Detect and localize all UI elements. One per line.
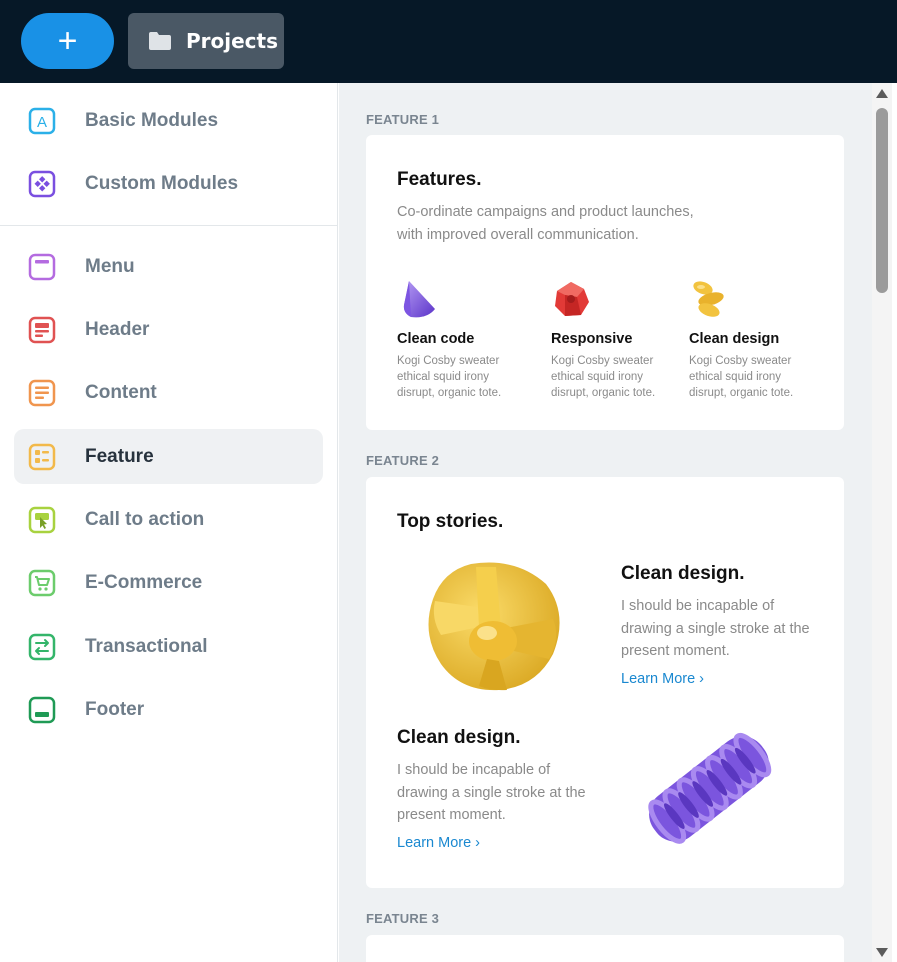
feature-1-column-desc: Kogi Cosby sweater ethical squid irony d… [397, 355, 502, 399]
right-gutter [892, 83, 897, 962]
feature-3-card[interactable] [366, 935, 844, 962]
sidebar-item-footer[interactable]: Footer [14, 682, 323, 737]
projects-button[interactable]: Projects [128, 13, 284, 69]
sidebar: A Basic Modules Custom Modules Menu Head [0, 83, 338, 962]
feature-1-column-title: Clean code [397, 331, 475, 347]
section-label-feature-3: FEATURE 3 [366, 911, 440, 926]
scrollbar-thumb[interactable] [876, 108, 888, 293]
learn-more-link[interactable]: Learn More › [397, 835, 480, 851]
folder-icon [149, 32, 171, 50]
feature-1-column-desc: Kogi Cosby sweater ethical squid irony d… [551, 355, 656, 399]
feature-1-card[interactable]: Features. Co-ordinate campaigns and prod… [366, 135, 844, 430]
svg-text:A: A [37, 114, 47, 131]
yellow-spiral-icon [693, 281, 724, 317]
sidebar-item-label: Menu [85, 255, 135, 277]
feature-1-column-title: Clean design [689, 331, 780, 347]
plus-icon: + [57, 22, 78, 60]
sidebar-item-content[interactable]: Content [14, 365, 323, 420]
sidebar-divider [0, 225, 338, 226]
purple-coil-illustration [648, 732, 772, 844]
section-label-feature-1: FEATURE 1 [366, 112, 440, 127]
call-to-action-icon [28, 506, 56, 534]
top-bar: + Projects [0, 0, 897, 83]
yellow-3d-shape-illustration [428, 562, 560, 691]
sidebar-item-label: Call to action [85, 508, 205, 530]
menu-icon [28, 253, 56, 281]
sidebar-item-header[interactable]: Header [14, 302, 323, 357]
footer-icon [28, 696, 56, 724]
module-preview-panel: FEATURE 1 Features. Co-ordinate campaign… [339, 83, 872, 962]
sidebar-item-feature[interactable]: Feature [14, 429, 323, 484]
feature-1-subtitle: Co-ordinate campaigns and product launch… [397, 204, 694, 243]
sidebar-item-label: Custom Modules [85, 172, 239, 194]
sidebar-item-e-commerce[interactable]: E-Commerce [14, 555, 323, 610]
sidebar-item-label: Transactional [85, 635, 208, 657]
feature-1-column: Clean code Kogi Cosby sweater ethical sq… [397, 279, 527, 401]
content-icon [28, 379, 56, 407]
sidebar-item-label: Basic Modules [85, 109, 219, 131]
custom-modules-icon [28, 170, 56, 198]
feature-2-block-desc: I should be incapable of drawing a singl… [397, 762, 586, 823]
feature-1-title: Features. [397, 169, 482, 190]
feature-1-column: Responsive Kogi Cosby sweater ethical sq… [551, 279, 681, 401]
feature-2-block: Clean design. I should be incapable of d… [621, 563, 821, 687]
feature-2-card[interactable]: Top stories. Clean design. I should be i… [366, 477, 844, 888]
add-button[interactable]: + [21, 13, 114, 69]
feature-2-block-desc: I should be incapable of drawing a singl… [621, 598, 810, 659]
feature-1-column-desc: Kogi Cosby sweater ethical squid irony d… [689, 355, 794, 399]
scroll-down-arrow-icon[interactable] [876, 948, 888, 957]
sidebar-item-label: Header [85, 318, 150, 340]
sidebar-item-label: Feature [85, 445, 154, 467]
projects-label: Projects [186, 29, 279, 53]
feature-2-title: Top stories. [397, 511, 504, 532]
header-icon [28, 316, 56, 344]
sidebar-item-label: Content [85, 381, 157, 403]
basic-modules-icon: A [28, 107, 56, 135]
red-gem-icon [555, 282, 589, 316]
sidebar-item-label: E-Commerce [85, 571, 203, 593]
sidebar-item-basic-modules[interactable]: A Basic Modules [14, 93, 323, 148]
feature-2-block-title: Clean design. [397, 727, 521, 748]
feature-2-block: Clean design. I should be incapable of d… [397, 727, 597, 851]
feature-1-column-title: Responsive [551, 331, 633, 347]
sidebar-item-menu[interactable]: Menu [14, 239, 323, 294]
purple-cone-icon [403, 281, 435, 318]
feature-1-column: Clean design Kogi Cosby sweater ethical … [689, 279, 819, 401]
feature-2-block-title: Clean design. [621, 563, 745, 584]
learn-more-link[interactable]: Learn More › [621, 671, 704, 687]
transactional-icon [28, 633, 56, 661]
feature-icon [28, 443, 56, 471]
sidebar-item-transactional[interactable]: Transactional [14, 619, 323, 674]
e-commerce-icon [28, 569, 56, 597]
sidebar-item-label: Footer [85, 698, 145, 720]
vertical-scrollbar[interactable] [872, 83, 892, 962]
section-label-feature-2: FEATURE 2 [366, 453, 440, 468]
sidebar-item-custom-modules[interactable]: Custom Modules [14, 156, 323, 211]
scroll-up-arrow-icon[interactable] [876, 89, 888, 98]
sidebar-item-call-to-action[interactable]: Call to action [14, 492, 323, 547]
